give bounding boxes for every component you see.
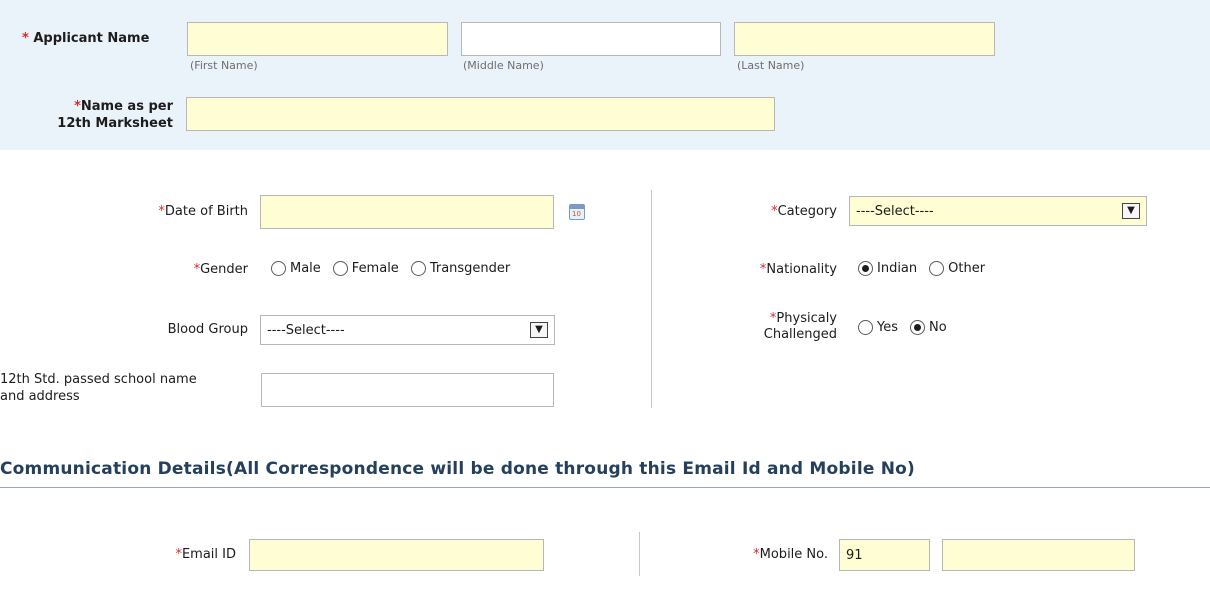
gender-radio-group: Male Female Transgender bbox=[271, 261, 516, 276]
radio-circle[interactable] bbox=[332, 261, 348, 276]
blood-group-label: Blood Group bbox=[167, 322, 248, 337]
dob-input[interactable] bbox=[260, 195, 554, 229]
communication-section-title: Communication Details(All Correspondence… bbox=[0, 459, 915, 479]
category-value: ----Select---- bbox=[856, 203, 934, 219]
gender-option-transgender[interactable]: Transgender bbox=[410, 261, 510, 276]
category-select[interactable]: ----Select---- ▼ bbox=[849, 196, 1147, 226]
radio-circle[interactable] bbox=[929, 261, 945, 276]
nationality-radio-group: Indian Other bbox=[858, 261, 991, 276]
communication-divider bbox=[639, 532, 640, 576]
mobile-prefix-input[interactable] bbox=[839, 539, 930, 571]
physically-option-no[interactable]: No bbox=[910, 320, 947, 335]
calendar-icon[interactable] bbox=[569, 204, 585, 220]
column-divider bbox=[651, 190, 652, 408]
first-name-input[interactable] bbox=[187, 22, 448, 56]
middle-name-input[interactable] bbox=[461, 22, 721, 56]
first-name-hint: (First Name) bbox=[190, 59, 258, 72]
last-name-input[interactable] bbox=[734, 22, 995, 56]
marksheet-name-label: *Name as per 12th Marksheet bbox=[57, 99, 173, 131]
mobile-number-input[interactable] bbox=[942, 539, 1135, 571]
nationality-option-other[interactable]: Other bbox=[929, 261, 985, 276]
email-label: *Email ID bbox=[175, 547, 236, 562]
radio-circle[interactable] bbox=[410, 261, 426, 276]
gender-option-female[interactable]: Female bbox=[332, 261, 399, 276]
marksheet-name-input[interactable] bbox=[186, 97, 775, 131]
section-divider bbox=[0, 487, 1210, 488]
mobile-label: *Mobile No. bbox=[753, 547, 828, 562]
nationality-label: *Nationality bbox=[759, 262, 837, 277]
radio-circle[interactable] bbox=[271, 261, 286, 276]
school-label: 12th Std. passed school name and address bbox=[0, 372, 197, 404]
nationality-option-indian[interactable]: Indian bbox=[858, 261, 917, 276]
middle-name-hint: (Middle Name) bbox=[463, 59, 544, 72]
chevron-down-icon[interactable]: ▼ bbox=[1122, 203, 1140, 219]
radio-circle-checked[interactable] bbox=[910, 320, 925, 335]
chevron-down-icon[interactable]: ▼ bbox=[530, 322, 548, 338]
gender-label: *Gender bbox=[193, 262, 248, 277]
applicant-name-label: * Applicant Name bbox=[22, 31, 150, 46]
radio-circle-checked[interactable] bbox=[858, 261, 873, 276]
dob-label: *Date of Birth bbox=[158, 204, 248, 219]
radio-circle[interactable] bbox=[858, 320, 873, 335]
blood-group-value: ----Select---- bbox=[267, 322, 345, 338]
email-input[interactable] bbox=[249, 539, 544, 571]
category-label: *Category bbox=[771, 204, 837, 219]
school-input[interactable] bbox=[261, 373, 554, 407]
physically-option-yes[interactable]: Yes bbox=[858, 320, 898, 335]
gender-option-male[interactable]: Male bbox=[271, 261, 321, 276]
physically-radio-group: Yes No bbox=[858, 320, 953, 335]
physically-challenged-label: *Physicaly Challenged bbox=[763, 311, 837, 342]
last-name-hint: (Last Name) bbox=[737, 59, 805, 72]
blood-group-select[interactable]: ----Select---- ▼ bbox=[260, 315, 555, 345]
